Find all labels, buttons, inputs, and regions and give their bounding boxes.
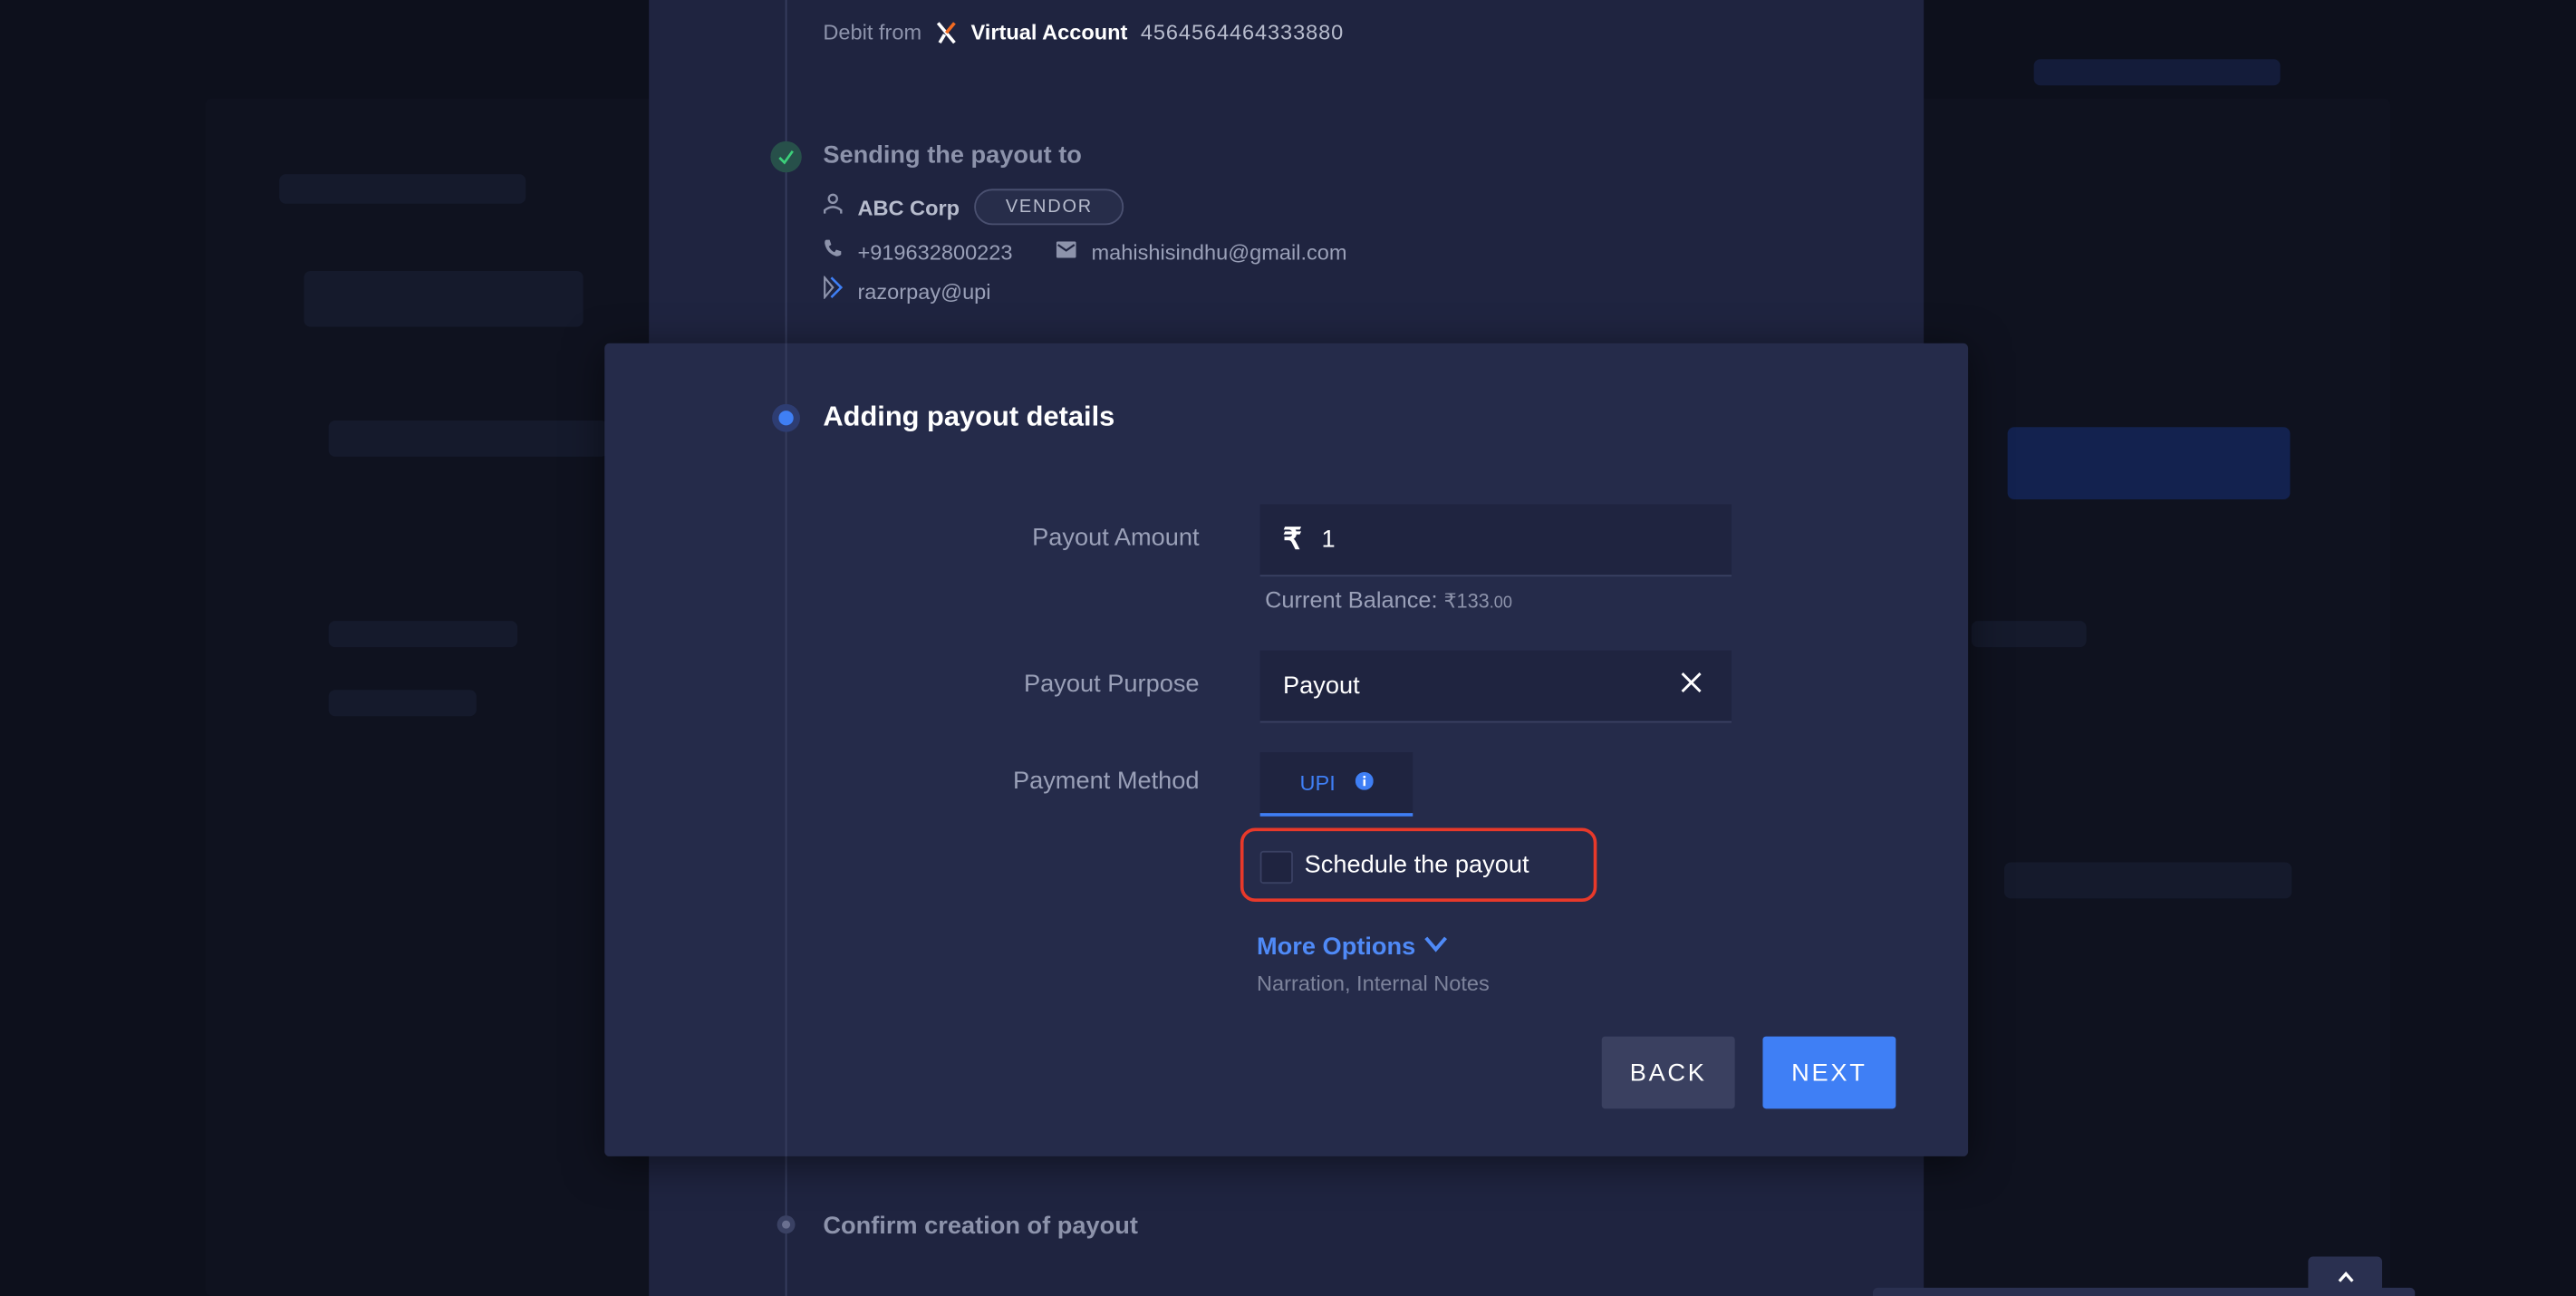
vpa-row: razorpay@upi — [823, 275, 991, 306]
next-button[interactable]: NEXT — [1762, 1036, 1896, 1109]
contact-name: ABC Corp — [857, 194, 960, 219]
payout-purpose-label: Payout Purpose — [1024, 670, 1200, 699]
background-heading — [328, 420, 608, 457]
contact-email: mahishisindhu@gmail.com — [1091, 238, 1347, 264]
background-tab — [304, 271, 584, 327]
payment-method-upi-label: UPI — [1299, 770, 1336, 796]
step-title-sending: Sending the payout to — [823, 140, 1082, 169]
contact-details-row: +919632800223 mahishisindhu@gmail.com — [823, 237, 1347, 266]
back-button[interactable]: BACK — [1601, 1036, 1735, 1109]
razorpay-x-logo-icon — [935, 21, 958, 44]
user-icon — [823, 191, 843, 222]
scroll-up-button[interactable] — [2308, 1256, 2382, 1296]
step-active-dot-icon — [772, 403, 800, 432]
step-pending-dot-icon — [777, 1215, 796, 1234]
background-title — [279, 174, 526, 204]
payout-amount-input[interactable]: ₹ 1 — [1259, 504, 1732, 577]
upi-icon — [823, 275, 844, 306]
current-balance: Current Balance: ₹133.00 — [1265, 586, 1512, 613]
clear-icon[interactable] — [1681, 671, 1703, 701]
payout-purpose-value: Payout — [1283, 672, 1360, 701]
phone-icon — [823, 237, 843, 266]
schedule-payout-checkbox[interactable] — [1259, 850, 1293, 885]
info-icon[interactable] — [1355, 768, 1374, 798]
current-balance-label: Current Balance: — [1265, 586, 1438, 614]
background-row-actions — [2003, 862, 2292, 899]
chevron-down-icon — [1423, 932, 1447, 962]
payout-details-card — [604, 343, 1969, 1156]
schedule-payout-label[interactable]: Schedule the payout — [1305, 851, 1529, 879]
chevron-up-icon — [2337, 1262, 2353, 1291]
step-complete-check-icon — [770, 140, 802, 173]
background-button — [2007, 427, 2291, 499]
debit-from-row: Debit from Virtual Account 4564564464333… — [823, 20, 1344, 44]
current-balance-value: ₹133 — [1443, 589, 1490, 614]
debit-from-label: Debit from — [823, 19, 922, 44]
background-link — [2033, 59, 2281, 86]
payment-method-tab-upi[interactable]: UPI — [1259, 752, 1413, 817]
screen: Debit from Virtual Account 4564564464333… — [0, 0, 2576, 1296]
payout-purpose-select[interactable]: Payout — [1259, 650, 1732, 723]
contact-type-badge: VENDOR — [974, 189, 1124, 226]
contact-phone: +919632800223 — [857, 238, 1013, 264]
step-title-adding: Adding payout details — [823, 401, 1115, 432]
background-cell — [328, 690, 477, 717]
account-number: 4564564464333880 — [1140, 19, 1345, 44]
background-column — [328, 621, 518, 648]
contact-row: ABC Corp VENDOR — [823, 189, 1124, 226]
step-title-confirm: Confirm creation of payout — [823, 1212, 1138, 1241]
account-name: Virtual Account — [970, 19, 1128, 44]
payout-amount-value: 1 — [1321, 525, 1336, 554]
payment-method-label: Payment Method — [1012, 767, 1200, 796]
email-icon — [1056, 237, 1077, 266]
more-options-toggle[interactable]: More Options — [1257, 932, 1447, 962]
more-options-hint: Narration, Internal Notes — [1257, 971, 1490, 996]
contact-vpa: razorpay@upi — [857, 279, 991, 305]
current-balance-decimals: .00 — [1489, 595, 1512, 614]
payout-amount-label: Payout Amount — [1032, 524, 1200, 552]
background-column — [1971, 621, 2087, 648]
stepper-line-active — [785, 343, 787, 1156]
rupee-icon: ₹ — [1283, 522, 1302, 556]
more-options-label: More Options — [1257, 932, 1416, 961]
